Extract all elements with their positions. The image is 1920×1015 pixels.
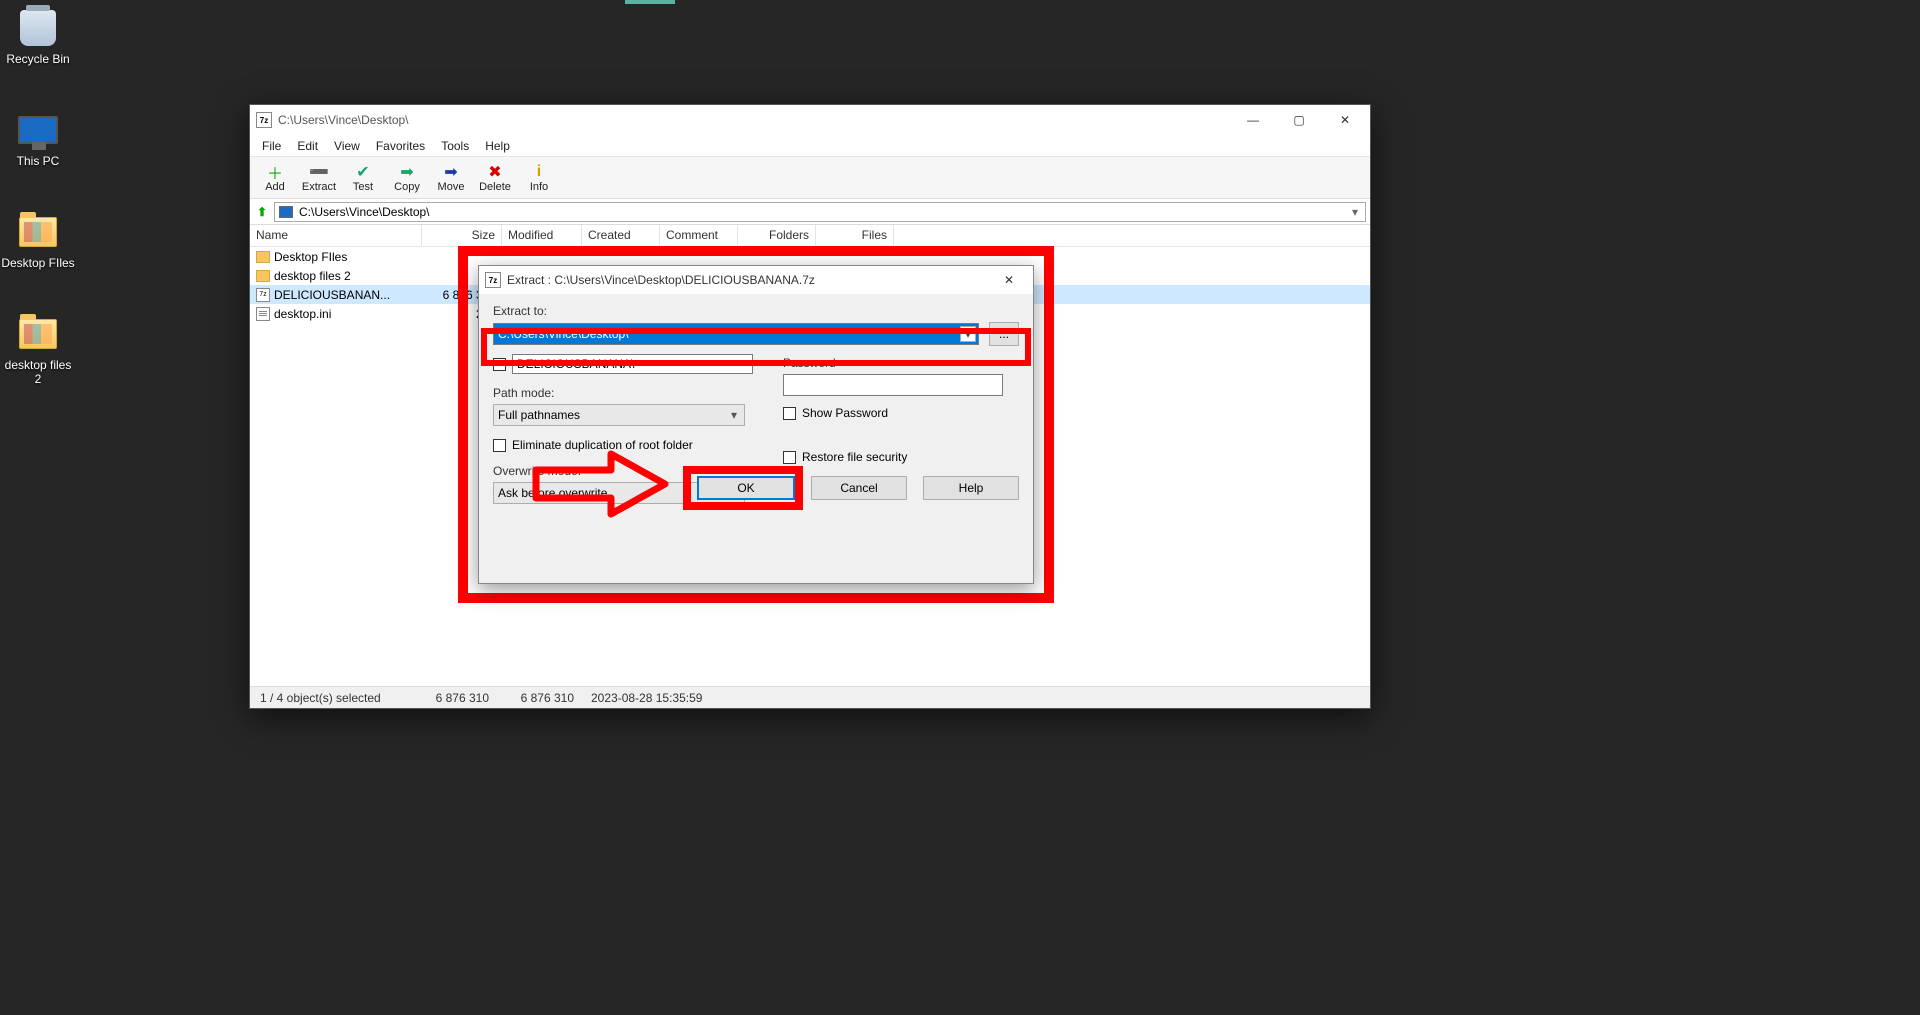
password-input[interactable] xyxy=(783,374,1003,396)
extract-path-input[interactable]: C:\Users\Vince\Desktop\ ▾ xyxy=(493,323,979,345)
recycle-bin-icon xyxy=(18,8,58,48)
folder-icon xyxy=(256,270,270,282)
dialog-titlebar[interactable]: 7z Extract : C:\Users\Vince\Desktop\DELI… xyxy=(479,266,1033,294)
folder-icon xyxy=(18,212,58,252)
extract-dialog: 7z Extract : C:\Users\Vince\Desktop\DELI… xyxy=(478,265,1034,584)
menu-tools[interactable]: Tools xyxy=(433,137,477,155)
col-size[interactable]: Size xyxy=(422,225,502,246)
minimize-button[interactable]: — xyxy=(1230,106,1276,134)
titlebar[interactable]: 7z C:\Users\Vince\Desktop\ — ▢ ✕ xyxy=(250,105,1370,135)
toolbar-info[interactable]: iInfo xyxy=(518,158,560,198)
menu-help[interactable]: Help xyxy=(477,137,518,155)
pc-icon xyxy=(279,206,293,218)
icon-label: desktop files 2 xyxy=(0,358,76,386)
icon-label: Recycle Bin xyxy=(0,52,76,66)
folder-icon xyxy=(18,314,58,354)
show-password-label: Show Password xyxy=(802,406,888,420)
status-size-1: 6 876 310 xyxy=(415,691,500,705)
address-bar: ⬆ C:\Users\Vince\Desktop\ ▾ xyxy=(250,199,1370,225)
restore-security-label: Restore file security xyxy=(802,450,907,464)
extract-path-text: C:\Users\Vince\Desktop\ xyxy=(498,327,629,341)
column-headers: Name Size Modified Created Comment Folde… xyxy=(250,225,1370,247)
toolbar-extract[interactable]: ➖Extract xyxy=(298,158,340,198)
path-mode-select[interactable]: Full pathnames ▾ xyxy=(493,404,745,426)
7z-icon: 7z xyxy=(256,288,270,302)
col-folders[interactable]: Folders xyxy=(738,225,816,246)
chevron-down-icon[interactable]: ▾ xyxy=(960,326,976,342)
icon-label: This PC xyxy=(0,154,76,168)
cancel-button[interactable]: Cancel xyxy=(811,476,907,500)
ini-icon xyxy=(256,307,270,321)
desktop-icon-recycle-bin[interactable]: Recycle Bin xyxy=(0,8,76,66)
menu-favorites[interactable]: Favorites xyxy=(368,137,433,155)
toolbar-copy[interactable]: ➡Copy xyxy=(386,158,428,198)
dialog-title: Extract : C:\Users\Vince\Desktop\DELICIO… xyxy=(507,273,989,287)
eliminate-label: Eliminate duplication of root folder xyxy=(512,438,693,452)
window-edge-hint xyxy=(625,0,675,4)
eliminate-checkbox[interactable] xyxy=(493,439,506,452)
menu-bar: File Edit View Favorites Tools Help xyxy=(250,135,1370,157)
chevron-down-icon: ▾ xyxy=(726,407,742,423)
close-button[interactable]: ✕ xyxy=(1322,106,1368,134)
toolbar-add[interactable]: ＋Add xyxy=(254,158,296,198)
subfolder-input[interactable] xyxy=(512,354,753,374)
status-date: 2023-08-28 15:35:59 xyxy=(585,691,713,705)
menu-view[interactable]: View xyxy=(326,137,368,155)
window-title: C:\Users\Vince\Desktop\ xyxy=(278,113,1230,127)
restore-security-checkbox[interactable] xyxy=(783,451,796,464)
icon-label: Desktop FIles xyxy=(0,256,76,270)
app-icon: 7z xyxy=(485,272,501,288)
chevron-down-icon[interactable]: ▾ xyxy=(1347,205,1363,219)
col-comment[interactable]: Comment xyxy=(660,225,738,246)
maximize-button[interactable]: ▢ xyxy=(1276,106,1322,134)
up-button[interactable]: ⬆ xyxy=(254,204,270,220)
show-password-checkbox[interactable] xyxy=(783,407,796,420)
extract-to-label: Extract to: xyxy=(493,304,1019,318)
toolbar-test[interactable]: ✔Test xyxy=(342,158,384,198)
dialog-close-button[interactable]: ✕ xyxy=(989,267,1029,293)
subfolder-checkbox[interactable]: ✓ xyxy=(493,358,506,371)
menu-file[interactable]: File xyxy=(254,137,289,155)
this-pc-icon xyxy=(18,110,58,150)
folder-icon xyxy=(256,251,270,263)
toolbar: ＋Add ➖Extract ✔Test ➡Copy ➡Move ✖Delete … xyxy=(250,157,1370,199)
password-label: Password xyxy=(783,356,1019,370)
status-size-2: 6 876 310 xyxy=(500,691,585,705)
path-mode-label: Path mode: xyxy=(493,386,753,400)
address-text: C:\Users\Vince\Desktop\ xyxy=(299,205,430,219)
browse-button[interactable]: ... xyxy=(989,322,1019,346)
desktop-icon-this-pc[interactable]: This PC xyxy=(0,110,76,168)
col-files[interactable]: Files xyxy=(816,225,894,246)
status-bar: 1 / 4 object(s) selected 6 876 310 6 876… xyxy=(250,686,1370,708)
col-created[interactable]: Created xyxy=(582,225,660,246)
app-icon: 7z xyxy=(256,112,272,128)
menu-edit[interactable]: Edit xyxy=(289,137,326,155)
status-selection: 1 / 4 object(s) selected xyxy=(250,691,415,705)
desktop-icon-desktop-files[interactable]: Desktop FIles xyxy=(0,212,76,270)
toolbar-delete[interactable]: ✖Delete xyxy=(474,158,516,198)
help-button[interactable]: Help xyxy=(923,476,1019,500)
col-modified[interactable]: Modified xyxy=(502,225,582,246)
col-name[interactable]: Name xyxy=(250,225,422,246)
list-item[interactable]: Desktop FIles xyxy=(250,247,1370,266)
ok-button[interactable]: OK xyxy=(697,476,795,500)
toolbar-move[interactable]: ➡Move xyxy=(430,158,472,198)
address-combo[interactable]: C:\Users\Vince\Desktop\ ▾ xyxy=(274,202,1366,222)
desktop-icon-desktop-files-2[interactable]: desktop files 2 xyxy=(0,314,76,386)
